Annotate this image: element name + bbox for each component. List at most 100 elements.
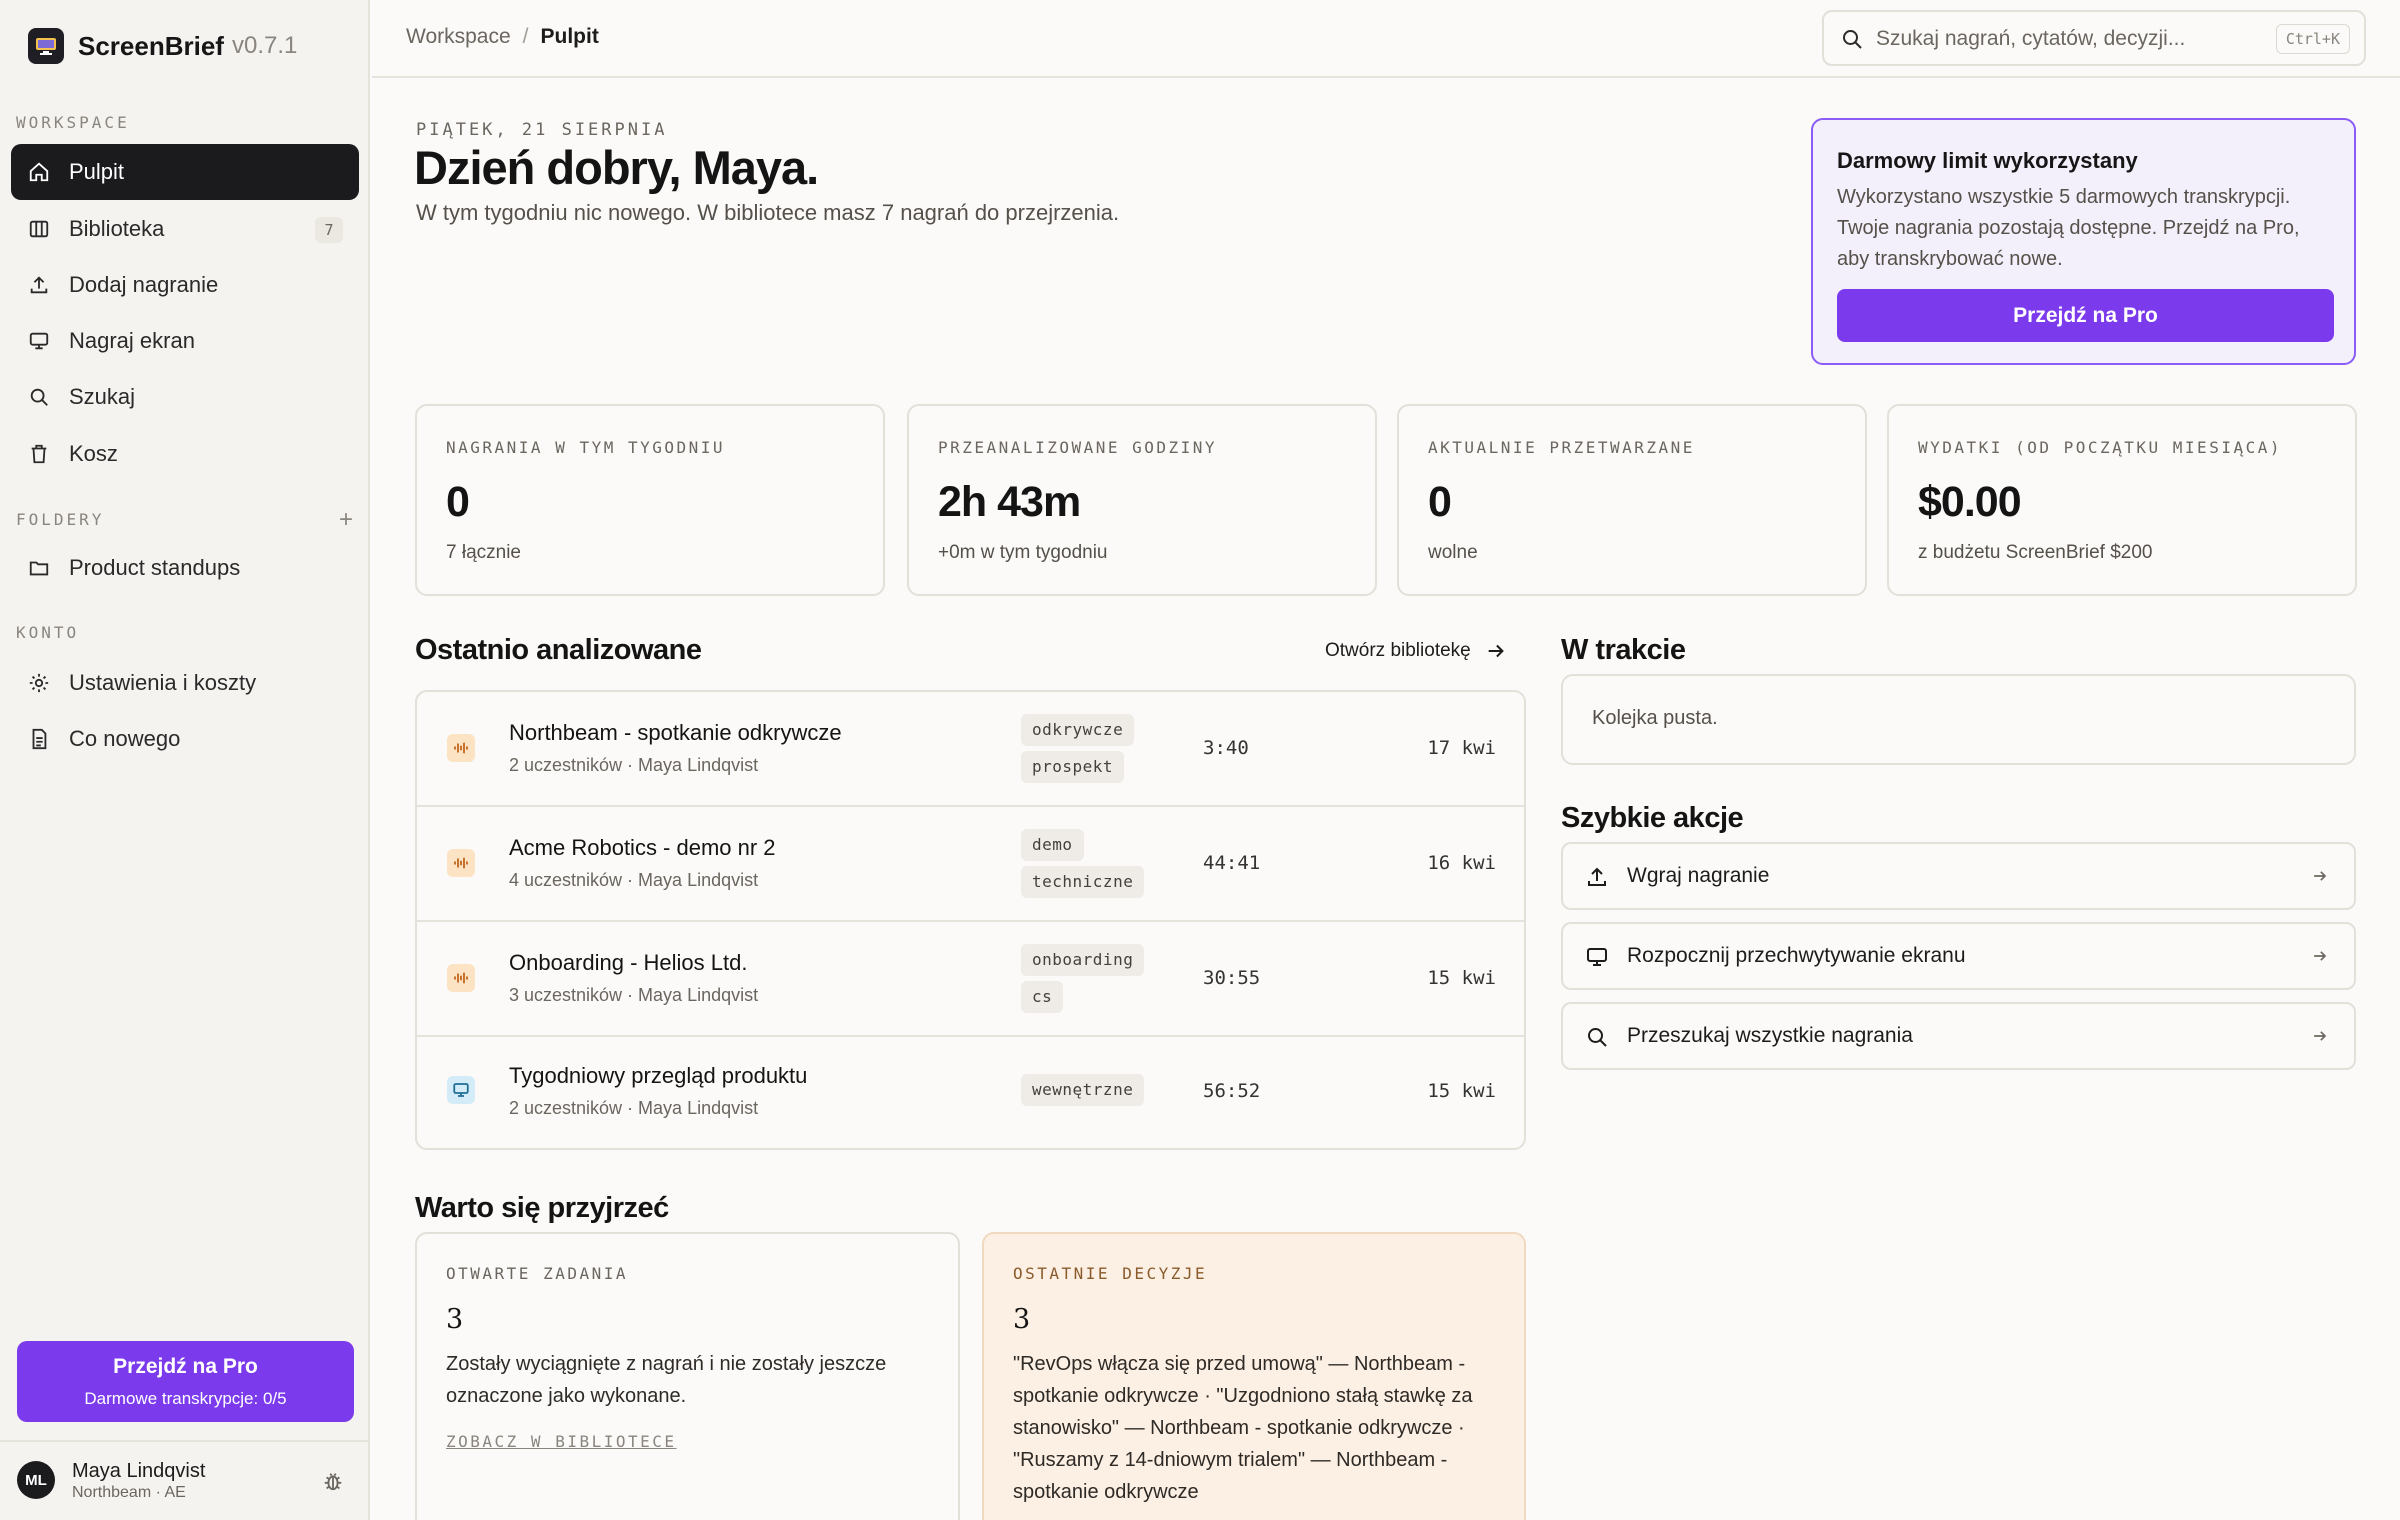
- upload-icon: [1585, 865, 1609, 889]
- recording-tag: onboarding: [1021, 944, 1145, 976]
- sidebar-item-label: Dodaj nagranie: [69, 272, 219, 297]
- open-library-label: Otwórz bibliotekę: [1325, 640, 1471, 661]
- sidebar-item-label: Pulpit: [69, 159, 125, 184]
- avatar: ML: [17, 1461, 55, 1499]
- section-label-folders: FOLDERY: [16, 510, 105, 529]
- stat-subtext: z budżetu ScreenBrief $200: [1918, 542, 2153, 563]
- section-label-account: KONTO: [16, 623, 80, 642]
- open-tasks-card: OTWARTE ZADANIA 3 Zostały wyciągnięte z …: [415, 1232, 960, 1520]
- breadcrumb-current: Pulpit: [540, 25, 599, 48]
- user-name: Maya Lindqvist: [72, 1460, 206, 1482]
- recording-meta: 2 uczestników · Maya Lindqvist: [509, 1098, 759, 1118]
- sidebar-item-settings[interactable]: Ustawienia i koszty: [11, 655, 359, 711]
- sidebar-item-trash[interactable]: Kosz: [11, 426, 359, 482]
- stat-subtext: +0m w tym tygodniu: [938, 542, 1108, 563]
- topbar: Workspace / Pulpit Ctrl+K: [372, 0, 2400, 78]
- add-folder-button[interactable]: +: [334, 508, 358, 532]
- recording-meta: 4 uczestników · Maya Lindqvist: [509, 870, 759, 890]
- user-org: Northbeam · AE: [72, 1484, 186, 1501]
- queue-empty-text: Kolejka pusta.: [1592, 707, 1718, 729]
- recent-decisions-card: OSTATNIE DECYZJE 3 "RevOps włącza się pr…: [982, 1232, 1526, 1520]
- quick-action-screen-capture[interactable]: Rozpocznij przechwytywanie ekranu: [1561, 922, 2356, 990]
- recording-title: Tygodniowy przegląd produktu: [509, 1063, 808, 1088]
- recent-recordings-list: Northbeam - spotkanie odkrywcze 2 uczest…: [415, 690, 1526, 1150]
- section-label-workspace: WORKSPACE: [16, 113, 130, 132]
- free-limit-text: Wykorzystano wszystkie 5 darmowych trans…: [1837, 186, 2300, 270]
- free-limit-card: Darmowy limit wykorzystany Wykorzystano …: [1811, 118, 2356, 365]
- recording-tag: prospekt: [1021, 751, 1125, 783]
- upgrade-pro-button[interactable]: Przejdź na Pro Darmowe transkrypcje: 0/5: [17, 1341, 354, 1422]
- recording-duration: 44:41: [1203, 852, 1261, 874]
- free-limit-title: Darmowy limit wykorzystany: [1837, 148, 2138, 173]
- free-transcriptions-count: Darmowe transkrypcje: 0/5: [84, 1389, 287, 1408]
- settings-icon: [27, 671, 51, 695]
- upgrade-pro-card-button[interactable]: Przejdź na Pro: [1837, 289, 2334, 342]
- open-library-link[interactable]: Otwórz bibliotekę: [1325, 640, 1507, 662]
- trash-icon: [27, 442, 51, 466]
- folder-icon: [27, 556, 51, 580]
- sidebar-item-label: Nagraj ekran: [69, 328, 195, 353]
- sidebar-item-dashboard[interactable]: Pulpit: [11, 144, 359, 200]
- decision-line: spotkanie odkrywcze · "Uzgodniono stałą …: [1013, 1385, 1473, 1407]
- breadcrumb: Workspace / Pulpit: [406, 25, 599, 49]
- quick-action-search-all[interactable]: Przeszukaj wszystkie nagrania: [1561, 1002, 2356, 1070]
- table-row[interactable]: Tygodniowy przegląd produktu 2 uczestnik…: [417, 1037, 1524, 1148]
- app-name: ScreenBrief: [78, 30, 224, 61]
- view-in-library-link[interactable]: ZOBACZ W BIBLIOTECE: [446, 1432, 677, 1451]
- sidebar-item-search[interactable]: Szukaj: [11, 369, 359, 425]
- stat-subtext: 7 łącznie: [446, 542, 521, 563]
- quick-action-label: Wgraj nagranie: [1627, 864, 1770, 887]
- sidebar-item-label: Kosz: [69, 441, 118, 466]
- processing-queue: Kolejka pusta.: [1561, 674, 2356, 765]
- decision-line: stanowisko" — Northbeam - spotkanie odkr…: [1013, 1417, 1465, 1439]
- recording-tag: demo: [1021, 829, 1084, 861]
- recent-section-title: Ostatnio analizowane: [415, 634, 702, 666]
- sidebar-item-label: Szukaj: [69, 384, 136, 409]
- sidebar-folder-product-standups[interactable]: Product standups: [11, 540, 359, 596]
- brand[interactable]: ScreenBrief v0.7.1: [28, 26, 297, 66]
- quick-action-label: Przeszukaj wszystkie nagrania: [1627, 1024, 1913, 1047]
- search-shortcut-hint: Ctrl+K: [2275, 24, 2350, 54]
- sidebar-item-record-screen[interactable]: Nagraj ekran: [11, 313, 359, 369]
- recording-tag: cs: [1021, 981, 1064, 1013]
- recent-decisions-text: "RevOps włącza się przed umową" — Northb…: [1013, 1348, 1513, 1508]
- decision-line: "RevOps włącza się przed umową" — Northb…: [1013, 1353, 1466, 1375]
- greeting-subtext: W tym tygodniu nic nowego. W bibliotece …: [416, 200, 1120, 225]
- table-row[interactable]: Acme Robotics - demo nr 2 4 uczestników …: [417, 807, 1524, 922]
- breadcrumb-workspace[interactable]: Workspace: [406, 25, 511, 49]
- global-search[interactable]: Ctrl+K: [1822, 10, 2366, 66]
- bug-report-icon[interactable]: [322, 1470, 346, 1494]
- recording-tag: wewnętrzne: [1021, 1074, 1145, 1106]
- search-input[interactable]: [1876, 24, 2256, 54]
- current-date: PIĄTEK, 21 SIERPNIA: [416, 120, 668, 140]
- stat-value: 0: [1428, 478, 1452, 526]
- stat-card-processing: AKTUALNIE PRZETWARZANE 0 wolne: [1397, 404, 1867, 596]
- recording-meta: 2 uczestników · Maya Lindqvist: [509, 755, 759, 775]
- library-count-badge: 7: [315, 217, 343, 243]
- app-logo-icon: [28, 28, 64, 64]
- sidebar-item-label: Biblioteka: [69, 216, 165, 241]
- search-icon: [1585, 1025, 1609, 1049]
- audio-waveform-icon: [447, 964, 475, 992]
- sidebar-item-library[interactable]: Biblioteka 7: [11, 201, 359, 257]
- user-profile[interactable]: ML Maya Lindqvist Northbeam · AE: [0, 1440, 370, 1520]
- open-tasks-count: 3: [446, 1304, 464, 1335]
- decision-line: "Ruszamy z 14-dniowym trialem" — Northbe…: [1013, 1449, 1448, 1471]
- arrow-right-icon: [1488, 644, 1504, 658]
- table-row[interactable]: Northbeam - spotkanie odkrywcze 2 uczest…: [417, 692, 1524, 807]
- decision-line: spotkanie odkrywcze: [1013, 1481, 1199, 1503]
- breadcrumb-separator: /: [522, 25, 529, 48]
- table-row[interactable]: Onboarding - Helios Ltd. 3 uczestników ·…: [417, 922, 1524, 1037]
- sidebar-item-add-recording[interactable]: Dodaj nagranie: [11, 257, 359, 313]
- sidebar-item-whats-new[interactable]: Co nowego: [11, 711, 359, 767]
- recording-title: Onboarding - Helios Ltd.: [509, 950, 748, 975]
- stat-label: PRZEANALIZOWANE GODZINY: [938, 438, 1218, 457]
- quick-action-label: Rozpocznij przechwytywanie ekranu: [1627, 944, 1966, 967]
- recording-date: 17 kwi: [1427, 737, 1496, 759]
- arrow-right-icon: [2310, 866, 2332, 888]
- monitor-icon: [27, 329, 51, 353]
- arrow-right-icon: [2310, 946, 2332, 968]
- recent-decisions-count: 3: [1013, 1304, 1031, 1335]
- recording-meta: 3 uczestników · Maya Lindqvist: [509, 985, 759, 1005]
- quick-action-upload[interactable]: Wgraj nagranie: [1561, 842, 2356, 910]
